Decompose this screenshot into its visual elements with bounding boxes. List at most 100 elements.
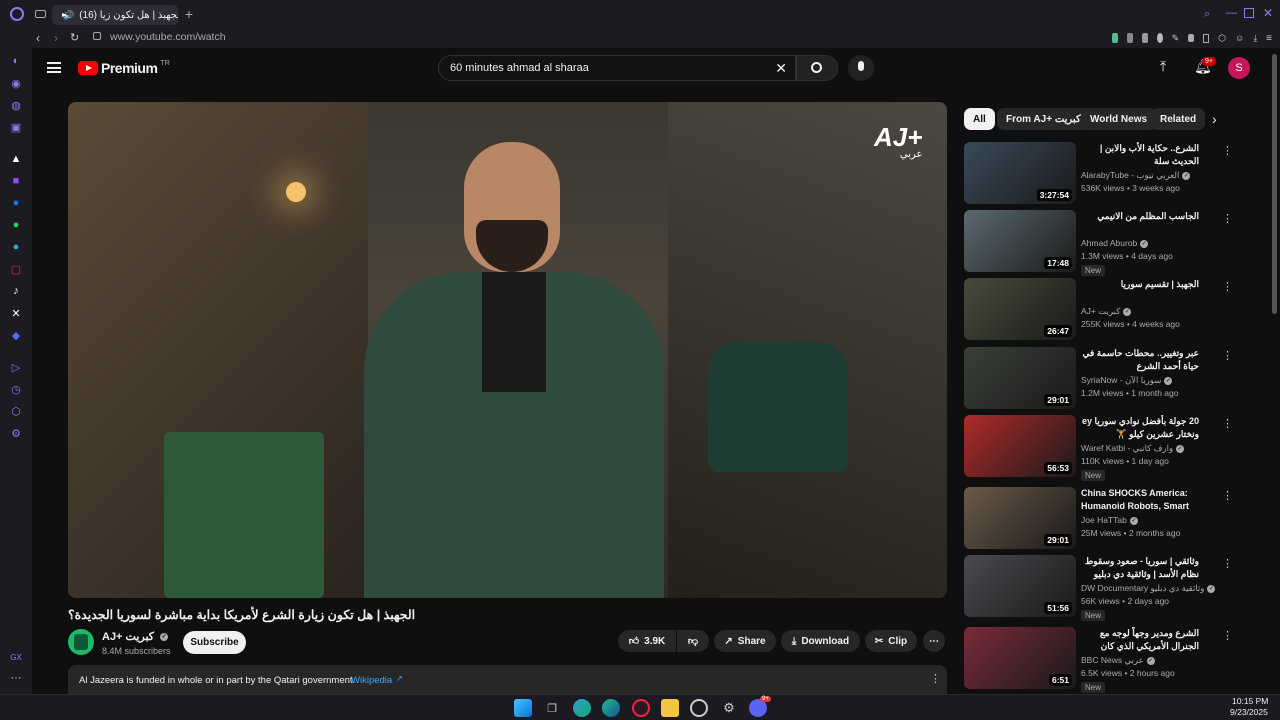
pen-icon[interactable]: ✎ xyxy=(1172,33,1180,44)
whatsapp-icon[interactable]: ● xyxy=(9,218,23,232)
maximize-button[interactable] xyxy=(1244,8,1254,18)
chip-all[interactable]: All xyxy=(964,108,995,130)
recommendation-item[interactable]: 26:47 الجهبذ | تقسيم سوريا AJ+ كبريت ✓ 255K … xyxy=(964,278,1264,342)
more-icon[interactable]: ⋯ xyxy=(9,670,23,684)
search-button[interactable] xyxy=(796,55,838,81)
recommendation-thumbnail[interactable]: 3:27:54 xyxy=(964,142,1076,204)
recommendation-title[interactable]: الجهبذ | تقسيم سوريا xyxy=(1081,278,1199,291)
search-tabs-icon[interactable]: ⌕ xyxy=(1204,8,1210,21)
clock-time[interactable]: 10:15 PM xyxy=(1232,696,1268,706)
task-view-icon[interactable]: ❐ xyxy=(543,699,561,717)
subscribe-button[interactable]: Subscribe xyxy=(183,631,246,654)
speed-dial-icon[interactable]: ◐ xyxy=(9,54,23,68)
recommendation-item[interactable]: 29:01 عبر وتغيير.. محطات حاسمة في حياة أح… xyxy=(964,347,1264,411)
recommendation-title[interactable]: وثائقي | سوريا - صعود وسقوط نظام الأسد |… xyxy=(1081,555,1199,581)
edge-icon[interactable] xyxy=(573,699,591,717)
opera-gx-taskbar-icon[interactable] xyxy=(632,699,650,717)
hamburger-menu-icon[interactable] xyxy=(47,62,61,73)
minimize-button[interactable]: — xyxy=(1226,7,1237,19)
recommendation-title[interactable]: China SHOCKS America: Humanoid Robots, S… xyxy=(1081,487,1199,514)
recommendation-channel[interactable]: SyriaNow - سوريا الآن ✓ xyxy=(1081,375,1173,386)
recommendation-channel[interactable]: Joe HaTTab ✓ xyxy=(1081,515,1138,525)
recommendation-menu-icon[interactable]: ⋮ xyxy=(1222,489,1233,502)
recommendation-title[interactable]: عبر وتغيير.. محطات حاسمة في حياة أحمد ال… xyxy=(1081,347,1199,373)
video-player[interactable]: AJ+ عربي xyxy=(68,102,947,598)
more-actions-button[interactable]: ⋯ xyxy=(923,630,945,652)
instagram-icon[interactable]: ▢ xyxy=(9,262,23,276)
recommendation-title[interactable]: الجاسب المظلم من الانيمي xyxy=(1081,210,1199,223)
recommendation-menu-icon[interactable]: ⋮ xyxy=(1222,144,1233,157)
recommendation-thumbnail[interactable]: 51:56 xyxy=(964,555,1076,617)
download-icon[interactable]: ⤓ xyxy=(1253,33,1257,44)
recommendation-channel[interactable]: Waref Katbi - وارف كاتبي ✓ xyxy=(1081,443,1185,454)
music-icon[interactable]: ▷ xyxy=(9,360,23,374)
twitch-icon[interactable]: ■ xyxy=(9,174,23,188)
channel-name[interactable]: AJ+ كبريت ✓ xyxy=(102,630,169,643)
start-windows-icon[interactable] xyxy=(514,699,532,717)
recommendation-item[interactable]: 51:56 وثائقي | سوريا - صعود وسقوط نظام ال… xyxy=(964,555,1264,621)
back-button[interactable]: ‹ xyxy=(36,31,40,45)
download-button[interactable]: ⤓ Download xyxy=(781,630,860,652)
profile-icon[interactable]: ☺ xyxy=(1235,33,1244,43)
recommendation-menu-icon[interactable]: ⋮ xyxy=(1222,629,1233,642)
reload-icon[interactable]: ↻ xyxy=(70,31,79,44)
extension-icon[interactable] xyxy=(1112,33,1118,43)
recommendation-menu-icon[interactable]: ⋮ xyxy=(1222,417,1233,430)
aria-icon[interactable]: ◉ xyxy=(9,76,23,90)
box-icon[interactable] xyxy=(1203,33,1210,43)
messenger-icon[interactable]: ● xyxy=(9,196,23,210)
youtube-logo[interactable]: Premium TR xyxy=(78,60,170,76)
extensions-sidebar-icon[interactable]: ⬡ xyxy=(9,404,23,418)
wikipedia-link[interactable]: Wikipedia xyxy=(351,675,392,686)
menu-icon[interactable]: ≡ xyxy=(1266,33,1272,44)
tiktok-icon[interactable]: ♪ xyxy=(9,284,23,298)
settings-taskbar-icon[interactable]: ⚙ xyxy=(720,699,738,717)
camera-icon[interactable] xyxy=(1188,34,1194,42)
feature-icon[interactable]: ▲ xyxy=(9,152,23,166)
dislike-button[interactable]: 👎︎ xyxy=(677,630,709,652)
browser-tab-active[interactable]: 🔊 (16) الجهبذ | هل تكون زيا xyxy=(52,5,178,25)
recommendation-thumbnail[interactable]: 29:01 xyxy=(964,487,1076,549)
avatar[interactable]: S xyxy=(1228,57,1250,79)
panel-more-icon[interactable]: ⋮ xyxy=(930,672,941,685)
recommendation-item[interactable]: 56:53 20 جولة بأفضل نوادي سوريا ey ونختار… xyxy=(964,415,1264,481)
recommendation-channel[interactable]: AlarabyTube - العربي تيوب ✓ xyxy=(1081,170,1191,181)
recommendation-item[interactable]: 17:48 الجاسب المظلم من الانيمي Ahmad Aburo… xyxy=(964,210,1264,276)
telegram-icon[interactable]: ● xyxy=(9,240,23,254)
like-button[interactable]: 👍︎ 3.9K xyxy=(618,630,676,652)
search-input[interactable]: 60 minutes ahmad al sharaa xyxy=(450,62,589,74)
chip-from-channel[interactable]: From AJ+ كبريت xyxy=(997,108,1090,130)
chips-next-icon[interactable]: › xyxy=(1212,111,1217,127)
recommendation-menu-icon[interactable]: ⋮ xyxy=(1222,280,1233,293)
recommendation-channel[interactable]: DW Documentary وثائقية دي دبليو ✓ xyxy=(1081,583,1216,594)
clear-search-icon[interactable]: ✕ xyxy=(775,60,787,77)
recommendation-title[interactable]: الشرع.. حكاية الأب والابن | الحديث سلة xyxy=(1081,142,1199,168)
chip-world-news[interactable]: World News xyxy=(1081,108,1157,130)
forward-button[interactable]: › xyxy=(54,31,58,45)
recommendation-thumbnail[interactable]: 56:53 xyxy=(964,415,1076,477)
recommendation-thumbnail[interactable]: 26:47 xyxy=(964,278,1076,340)
clock-date[interactable]: 9/23/2025 xyxy=(1230,707,1268,717)
voice-search-button[interactable] xyxy=(848,55,874,81)
share-button[interactable]: ↗ Share xyxy=(714,630,776,652)
recommendation-title[interactable]: 20 جولة بأفضل نوادي سوريا ey ونختار عشري… xyxy=(1081,415,1199,441)
edge-dev-icon[interactable] xyxy=(602,699,620,717)
extension-icon[interactable] xyxy=(1141,33,1148,43)
recommendation-channel[interactable]: BBC News عربي ✓ xyxy=(1081,655,1155,666)
close-window-button[interactable]: ✕ xyxy=(1263,6,1273,20)
opera-logo-icon[interactable] xyxy=(10,7,24,21)
extension-icon[interactable] xyxy=(1126,33,1133,43)
steam-icon[interactable] xyxy=(690,699,708,717)
channel-avatar[interactable] xyxy=(68,629,94,655)
recommendation-thumbnail[interactable]: 17:48 xyxy=(964,210,1076,272)
url-text[interactable]: www.youtube.com/watch xyxy=(110,31,226,43)
globe-icon[interactable] xyxy=(1156,33,1163,43)
chip-related[interactable]: Related xyxy=(1151,108,1206,130)
recommendation-thumbnail[interactable]: 29:01 xyxy=(964,347,1076,409)
player-icon[interactable]: ◍ xyxy=(9,98,23,112)
search-box[interactable]: 60 minutes ahmad al sharaa ✕ xyxy=(438,55,796,81)
discord-icon[interactable]: ◆ xyxy=(9,328,23,342)
settings-icon[interactable]: ⚙ xyxy=(9,426,23,440)
clip-button[interactable]: ✂ Clip xyxy=(865,630,917,652)
recommendation-item[interactable]: 3:27:54 الشرع.. حكاية الأب والابن | الحدي… xyxy=(964,142,1264,206)
